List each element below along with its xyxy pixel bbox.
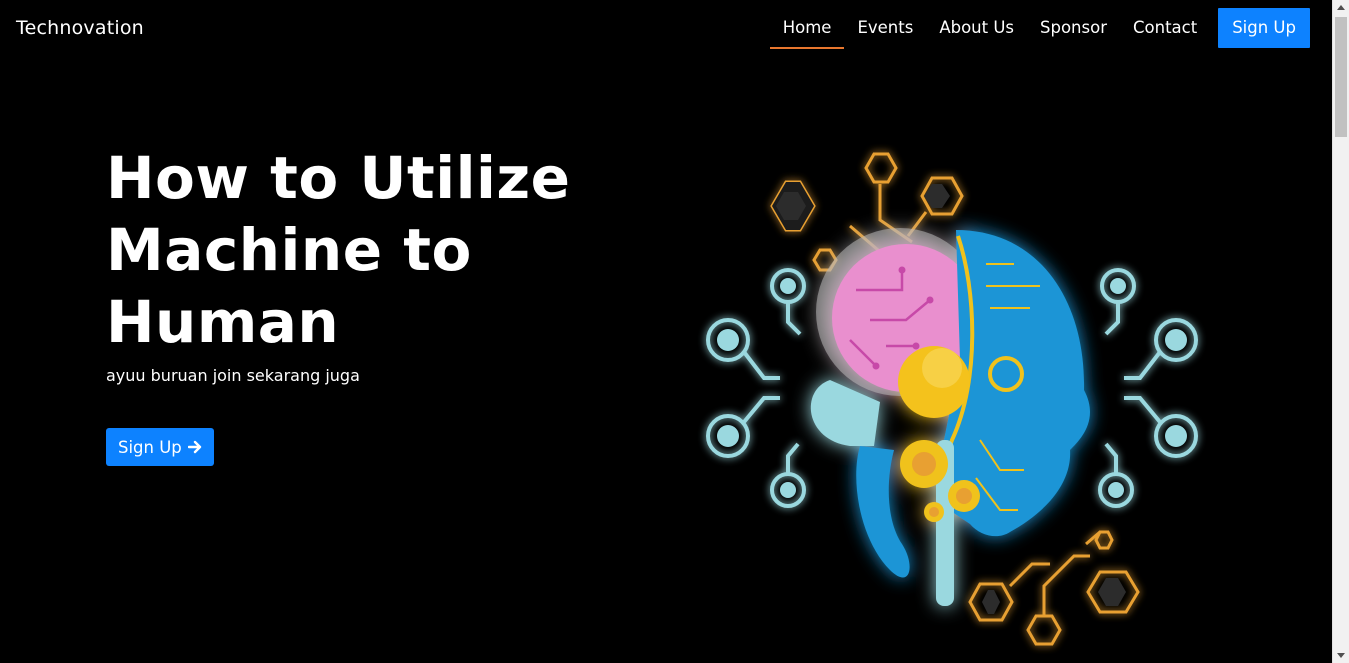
hero-subtitle: ayuu buruan join sekarang juga: [106, 366, 360, 385]
nav-signup-button[interactable]: Sign Up: [1218, 8, 1310, 48]
scroll-down-arrow-icon[interactable]: [1337, 653, 1345, 658]
nav-events[interactable]: Events: [844, 8, 926, 48]
nav-home[interactable]: Home: [769, 8, 845, 49]
nav-sponsor[interactable]: Sponsor: [1027, 8, 1120, 48]
arrow-right-icon: [187, 440, 201, 454]
hero-signup-label: Sign Up: [118, 437, 182, 457]
nav-about-us[interactable]: About Us: [926, 8, 1027, 48]
scroll-thumb[interactable]: [1335, 17, 1347, 137]
hero-signup-button[interactable]: Sign Up: [106, 428, 214, 466]
page: Technovation Home Events About Us Sponso…: [0, 0, 1332, 663]
brand-logo[interactable]: Technovation: [16, 17, 144, 39]
main-nav: Home Events About Us Sponsor Contact Sig…: [769, 8, 1310, 49]
hero-title: How to Utilize Machine to Human: [106, 144, 571, 356]
nav-contact[interactable]: Contact: [1120, 8, 1210, 48]
scroll-up-arrow-icon[interactable]: [1337, 5, 1345, 10]
vertical-scrollbar[interactable]: [1332, 0, 1349, 663]
ai-head-brain-illustration: [706, 152, 1198, 646]
